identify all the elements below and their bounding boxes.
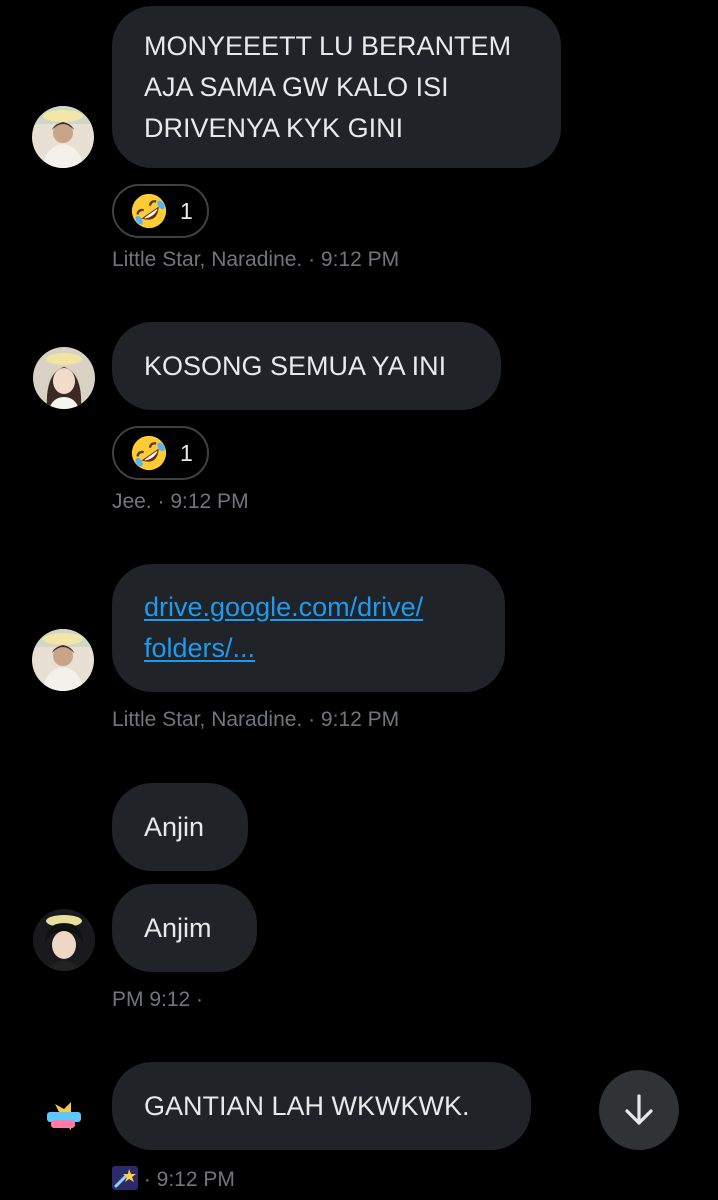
arrow-down-icon bbox=[625, 1094, 653, 1125]
reaction-pill[interactable]: 1 bbox=[112, 426, 209, 480]
message-bubble-link[interactable]: drive.google.com/drive/ folders/... bbox=[112, 564, 505, 692]
avatar[interactable] bbox=[33, 1086, 95, 1148]
message-meta: Little Star, Naradine. · 9:12 PM bbox=[112, 248, 400, 271]
rolling-on-floor-laughing-icon bbox=[131, 193, 167, 229]
reaction-pill[interactable]: 1 bbox=[112, 184, 209, 238]
message-meta-row: · 9:12 PM bbox=[112, 1166, 235, 1192]
avatar[interactable] bbox=[32, 106, 94, 168]
message-text-line: AJA SAMA GW KALO ISI bbox=[144, 71, 449, 102]
message-text-line: GANTIAN LAH WKWKWK. bbox=[144, 1090, 470, 1121]
message-meta: Jee. · 9:12 PM bbox=[112, 490, 249, 513]
star-badge-icon bbox=[33, 1086, 95, 1148]
rolling-on-floor-laughing-icon bbox=[131, 435, 167, 471]
message-text: Anjin bbox=[144, 811, 205, 842]
message-bubble[interactable]: Anjim bbox=[112, 884, 257, 972]
message-text: Anjim bbox=[144, 912, 212, 943]
reaction-count: 1 bbox=[180, 197, 193, 224]
message-text-line: KOSONG SEMUA YA INI bbox=[144, 350, 447, 381]
message-bubble[interactable]: GANTIAN LAH WKWKWK. bbox=[112, 1062, 531, 1150]
avatar[interactable] bbox=[32, 629, 94, 691]
message-meta: · 9:12 PM bbox=[143, 1168, 235, 1191]
drive-link-line[interactable]: drive.google.com/drive/ bbox=[144, 587, 473, 628]
message-text-line: DRIVENYA KYK GINI bbox=[144, 112, 404, 143]
message-bubble[interactable]: KOSONG SEMUA YA INI bbox=[112, 322, 501, 410]
message-text-line: MONYEEETT LU BERANTEM bbox=[144, 30, 512, 61]
drive-link-line[interactable]: folders/... bbox=[144, 628, 473, 669]
scroll-to-bottom-button[interactable] bbox=[599, 1070, 679, 1150]
reaction-count: 1 bbox=[180, 439, 193, 466]
shooting-star-icon bbox=[112, 1166, 138, 1190]
message-bubble[interactable]: MONYEEETT LU BERANTEM AJA SAMA GW KALO I… bbox=[112, 6, 561, 168]
message-meta: Little Star, Naradine. · 9:12 PM bbox=[112, 708, 400, 731]
avatar[interactable] bbox=[33, 347, 95, 409]
avatar[interactable] bbox=[33, 909, 95, 971]
message-bubble[interactable]: Anjin bbox=[112, 783, 248, 871]
message-meta: PM 9:12 · bbox=[112, 988, 204, 1011]
